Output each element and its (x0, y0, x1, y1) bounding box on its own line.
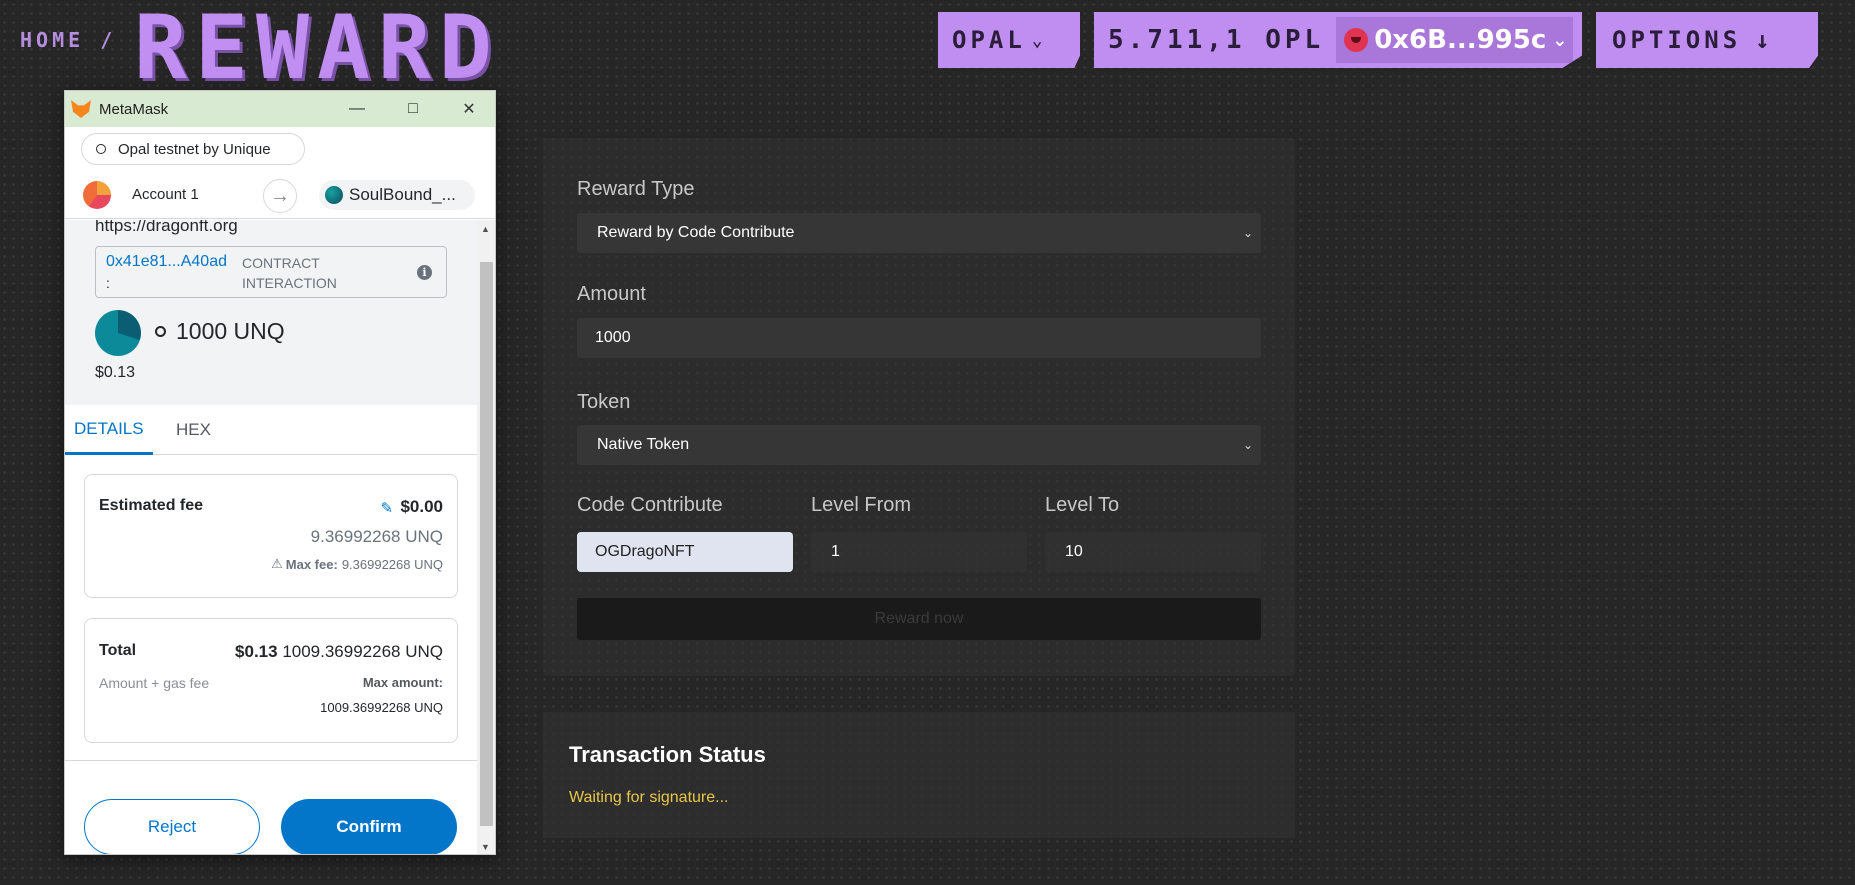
account-chip[interactable]: 0x6B...995c ⌄ (1336, 17, 1574, 63)
account-avatar-icon (1344, 28, 1369, 52)
metamask-titlebar[interactable]: MetaMask — □ ✕ (65, 91, 495, 127)
tab-hex[interactable]: HEX (172, 405, 215, 455)
account-name[interactable]: Account 1 (132, 186, 199, 203)
arrow-right-icon: → (263, 179, 297, 213)
reward-type-label: Reward Type (577, 178, 695, 200)
level-to-input[interactable]: 10 (1045, 532, 1261, 572)
total-value-row: $0.13 1009.36992268 UNQ (235, 642, 443, 662)
balance-label: 5.711,1 OPL (1108, 25, 1325, 55)
transfer-amount-value: 1000 UNQ (176, 318, 285, 344)
contract-pill[interactable]: SoulBound_... (319, 180, 475, 210)
options-label: OPTIONS (1612, 26, 1742, 54)
total-sub-label: Amount + gas fee (99, 675, 210, 691)
reward-type-select[interactable]: Reward by Code Contribute ⌄ (577, 213, 1261, 253)
breadcrumb[interactable]: HOME / (20, 28, 116, 52)
contract-interaction-label: CONTRACT INTERACTION (242, 255, 337, 291)
confirm-button[interactable]: Confirm (281, 799, 457, 854)
level-from-value: 1 (831, 543, 840, 560)
page-title: REWARD (134, 0, 500, 99)
token-value: Native Token (597, 436, 690, 453)
total-label: Total (99, 642, 137, 659)
transaction-status-panel: Transaction Status Waiting for signature… (543, 712, 1295, 838)
warning-icon: ⚠ (271, 556, 283, 571)
code-contribute-label: Code Contribute (577, 494, 723, 516)
network-selector-button[interactable]: OPAL ⌄ (938, 12, 1080, 68)
details-tabs: DETAILS HEX (65, 405, 477, 455)
metamask-window: MetaMask — □ ✕ Opal testnet by Unique Ac… (64, 90, 496, 855)
network-label: OPAL (952, 26, 1026, 54)
window-title: MetaMask (99, 100, 169, 118)
amount-label: Amount (577, 283, 646, 305)
level-from-input[interactable]: 1 (811, 532, 1027, 572)
estimated-fee-fiat: $0.00 (400, 497, 443, 516)
level-from-label: Level From (811, 494, 912, 516)
edit-pencil-icon[interactable]: ✎ (380, 499, 396, 517)
chevron-down-icon: ⌄ (1242, 438, 1253, 452)
token-select[interactable]: Native Token ⌄ (577, 425, 1261, 465)
transfer-amount: 1000 UNQ (155, 318, 285, 345)
estimated-fee-label: Estimated fee (99, 497, 204, 514)
chevron-down-icon: ⌄ (1552, 29, 1568, 51)
reject-button[interactable]: Reject (84, 799, 260, 854)
contract-address[interactable]: 0x41e81...A40ad (106, 253, 227, 271)
amount-input[interactable]: 1000 (577, 318, 1261, 358)
estimated-fee-fiat-row: ✎ $0.00 (380, 497, 443, 517)
status-title: Transaction Status (569, 742, 766, 767)
max-amount-label: Max amount: (362, 675, 443, 690)
status-message: Waiting for signature... (569, 789, 729, 806)
account-jazzicon-icon (83, 181, 111, 209)
maximize-icon[interactable]: □ (385, 91, 441, 127)
total-card: Total $0.13 1009.36992268 UNQ Amount + g… (84, 618, 458, 743)
total-native: 1009.36992268 UNQ (282, 642, 443, 661)
code-contribute-value: OGDragoNFT (595, 543, 695, 560)
network-dot-icon (96, 144, 106, 154)
options-button[interactable]: OPTIONS ↓ (1596, 12, 1818, 68)
chevron-down-icon: ⌄ (1031, 29, 1047, 51)
action-row: Reject Confirm (65, 760, 477, 854)
max-amount-value: 1009.36992268 UNQ (320, 700, 443, 715)
scroll-down-icon[interactable]: ▼ (481, 842, 490, 852)
max-fee-value: 9.36992268 UNQ (341, 556, 443, 572)
origin-site: https://dragonft.org (95, 220, 238, 235)
contract-interaction-box: 0x41e81...A40ad : CONTRACT INTERACTION i (95, 246, 447, 298)
tab-details[interactable]: DETAILS (65, 405, 153, 455)
contract-name: SoulBound_... (349, 185, 456, 204)
reward-type-value: Reward by Code Contribute (597, 224, 795, 241)
metamask-fox-icon (71, 100, 91, 118)
account-address: 0x6B...995c (1374, 25, 1547, 55)
metamask-body: https://dragonft.org 0x41e81...A40ad : C… (65, 220, 477, 854)
estimated-fee-card: Estimated fee ✎ $0.00 9.36992268 UNQ ⚠ M… (84, 474, 458, 598)
contract-address-colon: : (106, 275, 110, 291)
scroll-up-icon[interactable]: ▲ (481, 224, 490, 234)
wallet-button[interactable]: 5.711,1 OPL 0x6B...995c ⌄ (1094, 12, 1582, 68)
token-label: Token (577, 391, 631, 413)
network-pill[interactable]: Opal testnet by Unique (81, 133, 305, 165)
scroll-thumb[interactable] (480, 262, 493, 826)
level-to-value: 10 (1065, 543, 1083, 560)
network-name: Opal testnet by Unique (118, 140, 271, 158)
amount-value: 1000 (595, 329, 631, 346)
chevron-down-icon: ⌄ (1242, 226, 1253, 240)
max-fee-label: Max fee: (285, 556, 338, 572)
token-icon (95, 310, 141, 356)
scrollbar[interactable]: ▲ ▼ (477, 220, 495, 854)
minimize-icon[interactable]: — (329, 91, 385, 127)
estimated-fee-native: 9.36992268 UNQ (310, 527, 443, 546)
transaction-summary: https://dragonft.org 0x41e81...A40ad : C… (65, 220, 477, 405)
level-to-label: Level To (1045, 494, 1120, 516)
info-icon[interactable]: i (417, 265, 432, 280)
total-fiat: $0.13 (235, 642, 278, 661)
transfer-fiat: $0.13 (95, 364, 136, 381)
reward-now-button[interactable]: Reward now (577, 598, 1261, 640)
close-icon[interactable]: ✕ (441, 91, 495, 127)
code-contribute-input[interactable]: OGDragoNFT (577, 532, 793, 572)
account-row: Account 1 → SoulBound_... (65, 171, 495, 219)
arrow-down-icon: ↓ (1755, 26, 1774, 54)
contract-icon (325, 186, 343, 204)
currency-dot-icon (155, 326, 166, 337)
max-fee-row: ⚠ Max fee: 9.36992268 UNQ (271, 556, 443, 572)
